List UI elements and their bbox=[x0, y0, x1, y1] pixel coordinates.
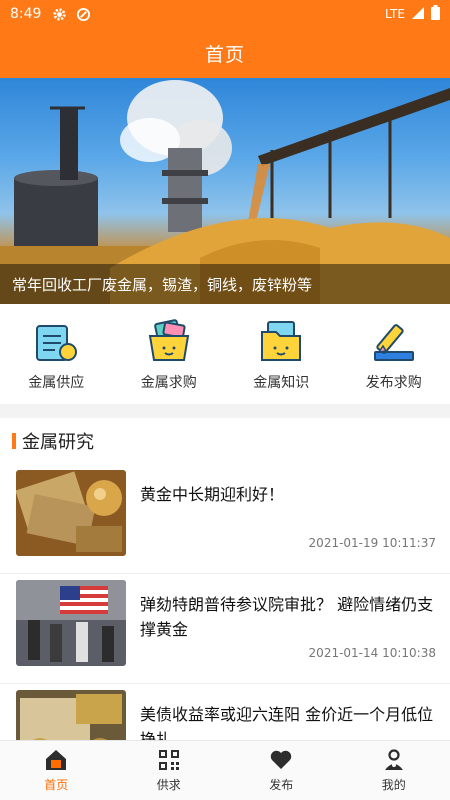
section-title: 金属研究 bbox=[22, 432, 94, 453]
folder-icon bbox=[258, 318, 304, 364]
home-icon bbox=[44, 748, 68, 772]
category-metal-supply[interactable]: 金属供应 bbox=[0, 304, 113, 404]
news-title: 美债收益率或迎六连阳 金价近一个月低位挣扎 bbox=[140, 705, 434, 740]
news-thumbnail bbox=[16, 580, 126, 666]
news-item[interactable]: 黄金中长期迎利好！ 2021-01-19 10:11:37 bbox=[0, 464, 450, 574]
banner-caption: 常年回收工厂废金属，锡渣，铜线，废锌粉等 bbox=[0, 264, 450, 304]
category-label: 金属求购 bbox=[140, 375, 197, 391]
news-date: 2021-01-14 10:10:38 bbox=[308, 646, 436, 660]
network-type: LTE bbox=[385, 7, 405, 21]
tab-mine[interactable]: 我的 bbox=[338, 741, 450, 800]
status-time: 8:49 bbox=[10, 6, 42, 22]
category-metal-purchase[interactable]: 金属求购 bbox=[113, 304, 226, 404]
banner-carousel[interactable]: 常年回收工厂废金属，锡渣，铜线，废锌粉等 bbox=[0, 78, 450, 304]
battery-icon bbox=[431, 5, 440, 23]
news-thumbnail bbox=[16, 690, 126, 740]
status-bar: 8:49 LTE bbox=[0, 0, 450, 28]
news-thumbnail bbox=[16, 470, 126, 556]
news-title: 弹劾特朗普待参议院审批？ 避险情绪仍支撑黄金 bbox=[140, 595, 434, 639]
qr-code-icon bbox=[157, 748, 181, 772]
heart-icon bbox=[269, 748, 293, 772]
document-invoice-icon bbox=[33, 318, 79, 364]
tab-home[interactable]: 首页 bbox=[0, 741, 113, 800]
page-title: 首页 bbox=[204, 43, 245, 66]
signal-icon bbox=[411, 6, 425, 23]
app-header: 首页 bbox=[0, 28, 450, 78]
news-item[interactable]: 弹劾特朗普待参议院审批？ 避险情绪仍支撑黄金 2021-01-14 10:10:… bbox=[0, 574, 450, 684]
bottom-tab-bar: 首页 供求 发布 我的 bbox=[0, 740, 450, 800]
user-icon bbox=[382, 748, 406, 772]
news-title: 黄金中长期迎利好！ bbox=[140, 485, 285, 504]
tab-label: 首页 bbox=[44, 778, 69, 792]
metal-research-section: 金属研究 黄金中长期迎利好！ 2021-01-19 10:11:37 弹劾特朗普… bbox=[0, 418, 450, 740]
category-post-purchase[interactable]: 发布求购 bbox=[338, 304, 450, 404]
tab-label: 我的 bbox=[381, 778, 406, 792]
section-header: 金属研究 bbox=[0, 418, 450, 464]
category-label: 金属供应 bbox=[28, 375, 85, 391]
basket-icon bbox=[146, 318, 192, 364]
category-label: 发布求购 bbox=[365, 375, 422, 391]
gear-icon bbox=[51, 6, 67, 22]
category-metal-knowledge[interactable]: 金属知识 bbox=[225, 304, 338, 404]
pencil-icon bbox=[371, 318, 417, 364]
category-label: 金属知识 bbox=[253, 375, 310, 391]
tab-label: 发布 bbox=[269, 778, 294, 792]
category-grid: 金属供应 金属求购 金属知识 发布求购 bbox=[0, 304, 450, 404]
section-accent-bar bbox=[12, 433, 16, 449]
news-date: 2021-01-19 10:11:37 bbox=[308, 536, 436, 550]
tab-publish[interactable]: 发布 bbox=[225, 741, 338, 800]
data-saver-icon bbox=[75, 6, 91, 22]
tab-supply-demand[interactable]: 供求 bbox=[113, 741, 226, 800]
tab-label: 供求 bbox=[156, 778, 181, 792]
news-item[interactable]: 美债收益率或迎六连阳 金价近一个月低位挣扎 bbox=[0, 684, 450, 740]
